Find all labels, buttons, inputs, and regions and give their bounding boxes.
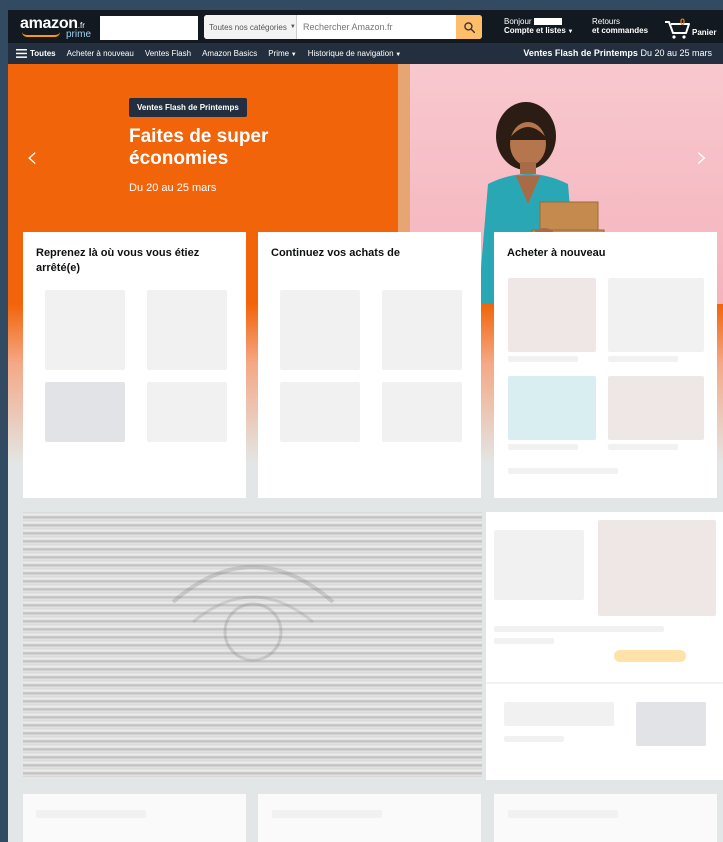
product-caption [608, 444, 678, 450]
contest-title[interactable] [504, 702, 614, 726]
nav-all-menu[interactable]: Toutes [16, 49, 56, 58]
recommendations-banner[interactable] [23, 512, 482, 780]
product-thumbnail[interactable] [494, 530, 584, 600]
card-resume-browsing: Reprenez là où vous vous étiez arrêté(e) [23, 232, 246, 498]
product-thumbnail[interactable] [280, 382, 360, 442]
hero-dates: Du 20 au 25 mars [129, 182, 217, 194]
top-navigation-bar: amazon.fr prime Toutes nos catégories ▼ … [8, 10, 723, 43]
card-title: Acheter à nouveau [507, 247, 606, 259]
caret-down-icon: ▼ [565, 29, 574, 35]
search-icon [463, 21, 475, 33]
bottom-card-title [508, 810, 618, 818]
hamburger-menu-icon [16, 49, 27, 58]
nav-flash-sales[interactable]: Ventes Flash [145, 49, 191, 58]
search-button[interactable] [456, 15, 482, 39]
product-thumbnail[interactable] [147, 290, 227, 370]
promo-title: Ventes Flash de Printemps [523, 48, 638, 58]
search-input[interactable] [297, 15, 456, 39]
orders-label: et commandes [592, 26, 649, 35]
nav-amazon-basics[interactable]: Amazon Basics [202, 49, 257, 58]
product-thumbnail[interactable] [608, 376, 704, 440]
product-caption [608, 356, 678, 362]
card-continue-shopping: Continuez vos achats de [258, 232, 481, 498]
product-title[interactable] [494, 626, 664, 632]
orders-link[interactable]: Retours et commandes [592, 17, 648, 35]
nav-buy-again[interactable]: Acheter à nouveau [67, 49, 134, 58]
card-title: Reprenez là où vous vous étiez arrêté(e) [36, 247, 200, 274]
caret-down-icon: ▼ [393, 52, 402, 58]
logo-prime: prime [66, 29, 92, 40]
product-thumbnail[interactable] [508, 278, 596, 352]
caret-down-icon: ▼ [289, 52, 297, 58]
account-greeting: Bonjour [504, 17, 532, 26]
logo-smile-icon [22, 32, 60, 37]
see-more-link[interactable] [508, 468, 618, 474]
bottom-card [494, 794, 717, 842]
search-category-select[interactable]: Toutes nos catégories ▼ [204, 15, 297, 39]
panel-divider [486, 682, 723, 684]
product-thumbnail[interactable] [45, 382, 125, 442]
sponsored-products-panel [486, 512, 723, 780]
product-thumbnail[interactable] [598, 520, 716, 616]
card-buy-again: Acheter à nouveau [494, 232, 717, 498]
nav-prime-label: Prime [268, 49, 290, 58]
secondary-navigation-bar: Toutes Acheter à nouveau Ventes Flash Am… [8, 43, 723, 64]
bottom-card [23, 794, 246, 842]
account-menu[interactable]: Bonjour Compte et listes ▼ [504, 17, 573, 37]
promo-dates: Du 20 au 25 mars [640, 48, 712, 58]
product-caption [508, 444, 578, 450]
nav-all-label: Toutes [30, 49, 56, 58]
product-thumbnail[interactable] [45, 290, 125, 370]
amazon-page: amazon.fr prime Toutes nos catégories ▼ … [8, 10, 723, 842]
orders-top-label: Retours [592, 17, 621, 26]
product-caption [508, 356, 578, 362]
delivery-location-redacted[interactable] [100, 16, 198, 40]
search-bar: Toutes nos catégories ▼ [204, 15, 482, 39]
carousel-prev-icon[interactable]: ‹ [26, 140, 38, 175]
hero-headline: Faites de super économies [129, 126, 379, 170]
bottom-card-title [272, 810, 382, 818]
product-rating [494, 638, 554, 644]
search-category-label: Toutes nos catégories [209, 22, 287, 32]
cart-button[interactable]: 0 Panier [664, 17, 720, 39]
account-label: Compte et listes [504, 26, 566, 35]
cart-icon [665, 21, 690, 39]
hero-headline-line2: économies [129, 148, 229, 169]
caret-down-icon: ▼ [289, 24, 296, 30]
cart-count: 0 [680, 17, 686, 27]
product-thumbnail[interactable] [382, 290, 462, 370]
product-thumbnail[interactable] [280, 290, 360, 370]
product-cta-button[interactable] [614, 650, 686, 662]
bottom-card-title [36, 810, 146, 818]
product-thumbnail[interactable] [147, 382, 227, 442]
hero-headline-line1: Faites de super [129, 126, 269, 147]
nav-browsing-history[interactable]: Historique de navigation ▼ [308, 49, 401, 58]
amazon-prime-logo[interactable]: amazon.fr prime [20, 15, 100, 40]
bottom-card [258, 794, 481, 842]
nav-prime[interactable]: Prime ▼ [268, 49, 297, 58]
carousel-next-icon[interactable]: › [696, 140, 708, 175]
account-name-redacted [533, 18, 562, 25]
cart-label: Panier [692, 28, 717, 37]
product-thumbnail[interactable] [508, 376, 596, 440]
account-greeting-row: Bonjour [504, 17, 573, 26]
contest-thumbnail[interactable] [636, 702, 706, 746]
banner-emblem-icon [171, 565, 335, 662]
product-thumbnail[interactable] [608, 278, 704, 352]
product-thumbnail[interactable] [382, 382, 462, 442]
hero-tag: Ventes Flash de Printemps [129, 98, 247, 117]
nav-promo-link[interactable]: Ventes Flash de Printemps Du 20 au 25 ma… [523, 48, 712, 58]
nav-browsing-history-label: Historique de navigation [307, 49, 394, 58]
card-title: Continuez vos achats de [271, 247, 400, 259]
contest-subtitle [504, 736, 564, 742]
